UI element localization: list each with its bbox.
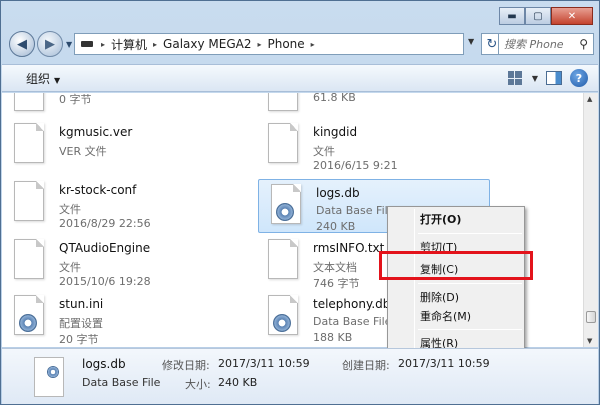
help-icon[interactable]: ? (570, 69, 588, 87)
file-icon (14, 181, 44, 221)
scroll-down-icon[interactable]: ▼ (587, 337, 592, 345)
minimize-button[interactable]: ▬ (499, 7, 525, 25)
file-size: 746 字节 (313, 277, 360, 290)
gear-icon (19, 314, 37, 332)
database-file-icon (271, 184, 301, 224)
file-detail: 0 字节 (59, 93, 92, 106)
gear-icon (273, 314, 291, 332)
chevron-down-icon: ▼ (54, 75, 61, 85)
created-date-value: 2017/3/11 10:59 (398, 357, 490, 370)
file-type: Data Base File (316, 204, 395, 217)
scrollbar-thumb[interactable] (586, 311, 596, 323)
file-name: kr-stock-conf (59, 183, 137, 197)
organize-button[interactable]: 组织 ▼ (26, 70, 60, 87)
file-type: 文本文档 (313, 261, 357, 274)
file-date: 2016/8/29 22:56 (59, 217, 151, 230)
file-name: telephony.db (313, 297, 391, 311)
database-file-icon (268, 295, 298, 335)
back-button[interactable]: ◀ (9, 31, 35, 57)
refresh-icon: ↻ (486, 36, 498, 52)
file-type: 文件 (59, 203, 81, 216)
breadcrumb-separator[interactable]: ▸ (101, 40, 105, 49)
file-type: 文件 (59, 261, 81, 274)
search-input[interactable]: 搜索 Phone ⚲ (498, 33, 594, 55)
gear-icon (276, 203, 294, 221)
breadcrumb-computer[interactable]: 计算机 (111, 36, 147, 53)
file-type: 配置设置 (59, 317, 103, 330)
file-item[interactable]: QTAudioEngine 文件 2015/10/6 19:28 (2, 235, 232, 291)
menu-item-open[interactable]: 打开(O) (420, 211, 461, 227)
caption-buttons: ▬ ▢ ✕ (499, 7, 593, 25)
breadcrumb-galaxy-mega2[interactable]: Galaxy MEGA2 (163, 37, 251, 51)
file-size: 240 KB (316, 220, 356, 233)
breadcrumb-separator[interactable]: ▸ (257, 40, 261, 49)
menu-separator (418, 283, 522, 284)
drive-icon (81, 41, 93, 47)
menu-separator (418, 329, 522, 330)
address-history-chevron-icon[interactable]: ▼ (468, 37, 474, 46)
details-pane: logs.db Data Base File 修改日期: 2017/3/11 1… (2, 348, 598, 404)
file-name: QTAudioEngine (59, 241, 151, 255)
file-type: VER 文件 (59, 145, 107, 158)
scroll-up-icon[interactable]: ▲ (587, 95, 592, 103)
file-item[interactable]: kr-stock-conf 文件 2016/8/29 22:56 (2, 177, 232, 233)
explorer-window: ▬ ▢ ✕ ◀ ▶ ▼ ▸ 计算机 ▸ Galaxy MEGA2 ▸ Phone… (0, 0, 600, 405)
file-name: stun.ini (59, 297, 104, 311)
view-options-chevron-icon[interactable]: ▼ (532, 74, 538, 83)
text-file-icon (268, 239, 298, 279)
change-view-icon[interactable] (506, 69, 524, 87)
file-item[interactable]: kgmusic.ver VER 文件 (2, 119, 232, 175)
breadcrumb-phone[interactable]: Phone (268, 37, 305, 51)
search-icon[interactable]: ⚲ (579, 37, 588, 51)
file-icon (14, 93, 44, 111)
close-button[interactable]: ✕ (551, 7, 593, 25)
file-type: Data Base File (313, 315, 392, 328)
menu-item-rename[interactable]: 重命名(M) (420, 308, 471, 324)
vertical-scrollbar[interactable]: ▲ ▼ (583, 93, 598, 347)
gear-icon (47, 366, 59, 378)
maximize-button[interactable]: ▢ (525, 7, 551, 25)
file-date: 2016/6/15 9:21 (313, 159, 398, 172)
menu-item-delete[interactable]: 删除(D) (420, 289, 459, 305)
size-label: 大小: (185, 378, 211, 391)
navigation-buttons: ◀ ▶ ▼ (9, 31, 72, 57)
file-name: logs.db (316, 186, 360, 200)
file-icon (14, 239, 44, 279)
file-icon (268, 123, 298, 163)
file-detail: 61.8 KB (313, 93, 356, 104)
file-name: rmsINFO.txt (313, 241, 385, 255)
file-size: 188 KB (313, 331, 353, 344)
command-bar: 组织 ▼ ▼ ? (2, 64, 598, 92)
file-date: 2015/10/6 19:28 (59, 275, 151, 288)
file-name: kgmusic.ver (59, 125, 133, 139)
size-value: 240 KB (218, 376, 258, 389)
recent-pages-chevron-icon[interactable]: ▼ (66, 40, 72, 49)
context-menu: 打开(O) 剪切(T) 复制(C) 删除(D) 重命名(M) 属性(R) (387, 206, 525, 354)
modified-date-value: 2017/3/11 10:59 (218, 357, 310, 370)
database-file-icon (34, 357, 64, 397)
file-type: 文件 (313, 145, 335, 158)
address-bar[interactable]: ▸ 计算机 ▸ Galaxy MEGA2 ▸ Phone ▸ (74, 33, 464, 55)
modified-date-label: 修改日期: (162, 359, 210, 372)
config-file-icon (14, 295, 44, 335)
menu-gutter (414, 209, 415, 351)
file-icon (268, 93, 298, 111)
breadcrumb-separator[interactable]: ▸ (311, 40, 315, 49)
details-file-type: Data Base File (82, 376, 161, 389)
file-size: 20 字节 (59, 333, 99, 346)
copy-highlight-annotation (379, 251, 533, 280)
file-icon (14, 123, 44, 163)
view-controls: ▼ ? (506, 69, 588, 87)
file-name: kingdid (313, 125, 358, 139)
menu-separator (418, 233, 522, 234)
forward-button[interactable]: ▶ (37, 31, 63, 57)
file-item[interactable]: stun.ini 配置设置 20 字节 (2, 291, 232, 347)
preview-pane-icon[interactable] (546, 71, 562, 85)
breadcrumb-separator[interactable]: ▸ (153, 40, 157, 49)
details-file-name: logs.db (82, 357, 126, 371)
created-date-label: 创建日期: (342, 359, 390, 372)
search-placeholder: 搜索 Phone (504, 38, 564, 51)
organize-label: 组织 (26, 71, 51, 86)
file-item[interactable]: kingdid 文件 2016/6/15 9:21 (256, 119, 486, 175)
